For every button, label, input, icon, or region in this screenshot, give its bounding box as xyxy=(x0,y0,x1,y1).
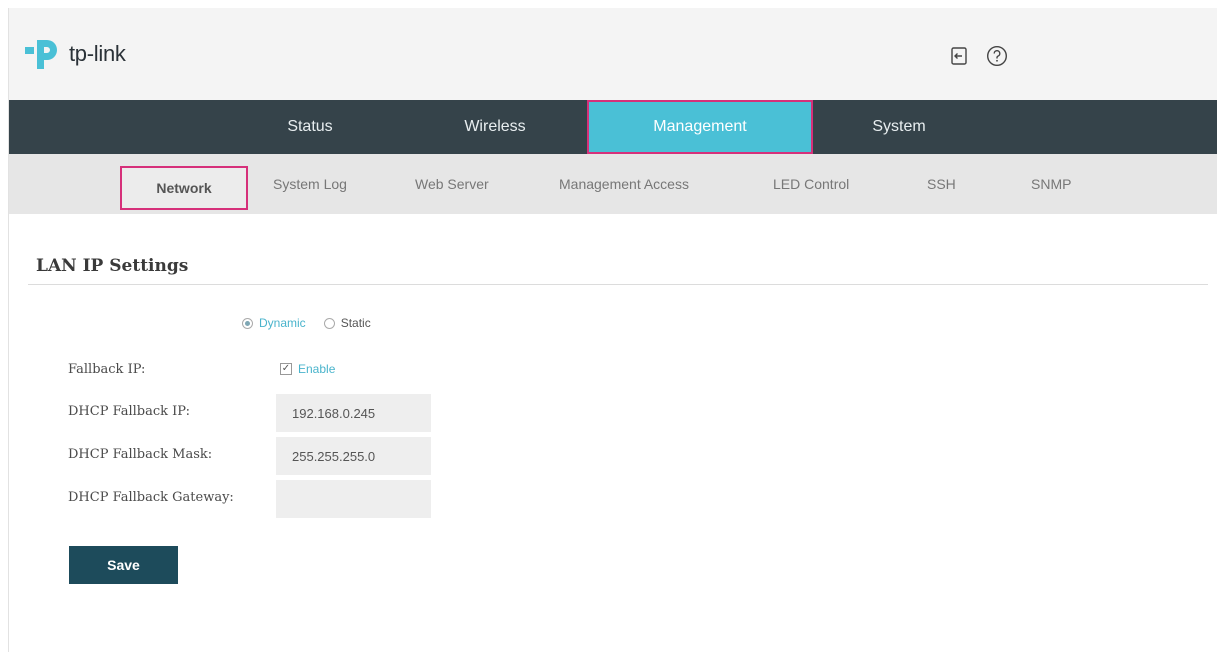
subtab-system-log[interactable]: System Log xyxy=(273,154,347,214)
radio-static-label: Static xyxy=(340,316,371,330)
dhcp-fallback-gateway-input[interactable] xyxy=(276,480,431,518)
radio-dynamic[interactable]: Dynamic xyxy=(242,316,306,330)
dhcp-fallback-ip-label: DHCP Fallback IP: xyxy=(68,404,190,419)
subtab-ssh[interactable]: SSH xyxy=(927,154,956,214)
app-window: tp-link Status Wireless Management Syste xyxy=(8,8,1217,652)
main-nav: Status Wireless Management System xyxy=(9,100,1217,154)
header: tp-link xyxy=(9,8,1217,100)
tab-wireless[interactable]: Wireless xyxy=(430,100,560,154)
radio-dynamic-indicator[interactable] xyxy=(242,317,253,329)
dhcp-fallback-mask-label: DHCP Fallback Mask: xyxy=(68,447,213,462)
dhcp-fallback-ip-input[interactable] xyxy=(276,394,431,432)
subtab-web-server[interactable]: Web Server xyxy=(415,154,489,214)
help-icon[interactable] xyxy=(985,44,1009,68)
tp-link-logo-icon xyxy=(25,40,57,69)
section-divider xyxy=(28,284,1208,285)
tp-link-logo: tp-link xyxy=(23,34,126,74)
sub-nav: Network System Log Web Server Management… xyxy=(9,154,1217,214)
radio-dynamic-label: Dynamic xyxy=(259,316,306,330)
header-icons xyxy=(947,44,1009,68)
tab-system[interactable]: System xyxy=(829,100,969,154)
dhcp-fallback-gateway-label: DHCP Fallback Gateway: xyxy=(68,490,234,505)
fallback-ip-label: Fallback IP: xyxy=(68,362,146,377)
ip-mode-radio-group: Dynamic Static xyxy=(242,316,389,330)
dhcp-fallback-mask-input[interactable] xyxy=(276,437,431,475)
subtab-led-control[interactable]: LED Control xyxy=(773,154,849,214)
subtab-network[interactable]: Network xyxy=(120,166,248,210)
fallback-ip-enable-label: Enable xyxy=(298,362,336,376)
tab-management[interactable]: Management xyxy=(587,100,813,154)
checkbox-checked-icon[interactable]: ✓ xyxy=(280,363,292,375)
fallback-ip-enable-checkbox[interactable]: ✓ Enable xyxy=(280,362,335,376)
subtab-management-access[interactable]: Management Access xyxy=(559,154,689,214)
tab-status[interactable]: Status xyxy=(250,100,370,154)
radio-static-indicator[interactable] xyxy=(323,317,335,329)
brand-name: tp-link xyxy=(69,41,126,66)
section-title: LAN IP Settings xyxy=(36,256,189,276)
save-button[interactable]: Save xyxy=(69,546,178,584)
logout-icon[interactable] xyxy=(947,44,971,68)
radio-static[interactable]: Static xyxy=(323,316,371,330)
subtab-snmp[interactable]: SNMP xyxy=(1031,154,1071,214)
